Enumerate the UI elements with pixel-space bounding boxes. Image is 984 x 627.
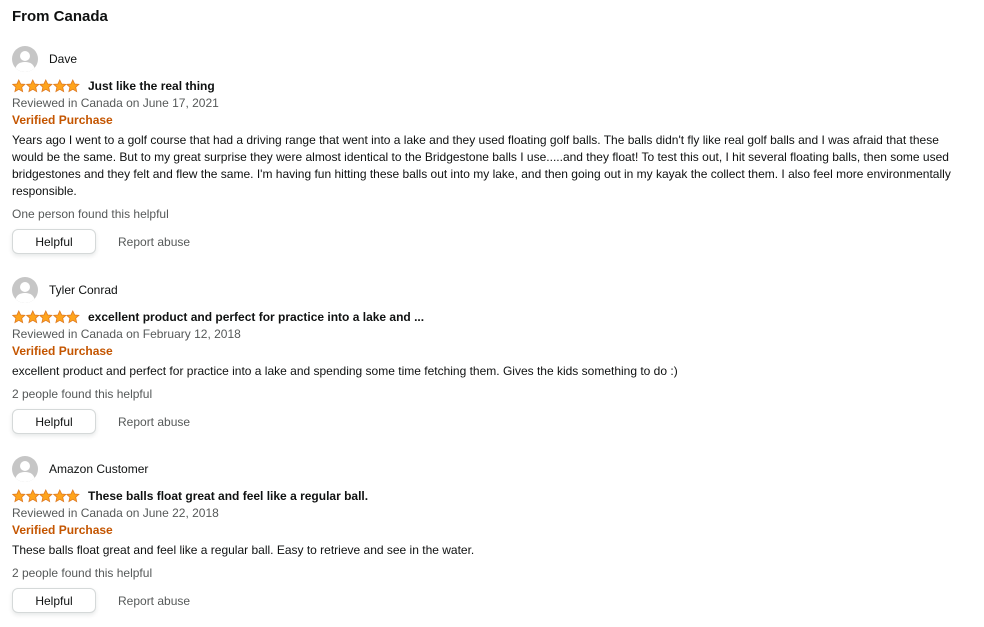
helpful-button[interactable]: Helpful (12, 588, 96, 613)
review-date: Reviewed in Canada on June 17, 2021 (12, 96, 219, 110)
review-card: Dave Just like the real thing Reviewed i… (12, 46, 972, 254)
review-title[interactable]: Just like the real thing (88, 78, 215, 94)
report-abuse-link[interactable]: Report abuse (118, 415, 190, 429)
star-icon (52, 310, 67, 324)
review-body: Years ago I went to a golf course that h… (12, 133, 951, 198)
reviewer-name: Amazon Customer (49, 462, 149, 476)
star-icon (12, 79, 26, 93)
star-icon (52, 489, 67, 503)
review-body: These balls float great and feel like a … (12, 543, 475, 557)
helpful-count: 2 people found this helpful (12, 566, 153, 580)
star-icon (39, 79, 53, 93)
star-icon (25, 79, 40, 93)
helpful-button[interactable]: Helpful (12, 229, 96, 254)
section-title: From Canada (12, 8, 108, 25)
reviewer-profile[interactable]: Tyler Conrad (12, 277, 972, 303)
avatar (12, 456, 38, 482)
review-body: excellent product and perfect for practi… (12, 364, 678, 378)
star-icon (25, 489, 40, 503)
helpful-count: One person found this helpful (12, 207, 169, 221)
star-icon (66, 310, 80, 324)
reviewer-name: Tyler Conrad (49, 283, 118, 297)
star-rating[interactable] (12, 79, 80, 93)
review-card: Tyler Conrad excellent product and perfe… (12, 277, 972, 434)
report-abuse-link[interactable]: Report abuse (118, 594, 190, 608)
avatar (12, 277, 38, 303)
helpful-button[interactable]: Helpful (12, 409, 96, 434)
reviewer-name: Dave (49, 52, 78, 66)
review-date: Reviewed in Canada on June 22, 2018 (12, 506, 219, 520)
verified-purchase-badge: Verified Purchase (12, 344, 113, 358)
star-icon (25, 310, 40, 324)
verified-purchase-badge: Verified Purchase (12, 523, 113, 537)
star-icon (52, 79, 67, 93)
review-date: Reviewed in Canada on February 12, 2018 (12, 327, 241, 341)
star-icon (66, 79, 80, 93)
reviewer-profile[interactable]: Dave (12, 46, 972, 72)
star-icon (12, 310, 26, 324)
avatar (12, 46, 38, 72)
star-icon (39, 489, 53, 503)
verified-purchase-badge: Verified Purchase (12, 113, 113, 127)
star-icon (12, 489, 26, 503)
helpful-count: 2 people found this helpful (12, 387, 153, 401)
review-title[interactable]: excellent product and perfect for practi… (88, 309, 424, 325)
star-icon (66, 489, 80, 503)
review-card: Amazon Customer These balls float great … (12, 456, 972, 613)
review-title[interactable]: These balls float great and feel like a … (88, 488, 368, 504)
star-rating[interactable] (12, 310, 80, 324)
reviewer-profile[interactable]: Amazon Customer (12, 456, 972, 482)
star-icon (39, 310, 53, 324)
star-rating[interactable] (12, 489, 80, 503)
report-abuse-link[interactable]: Report abuse (118, 235, 190, 249)
